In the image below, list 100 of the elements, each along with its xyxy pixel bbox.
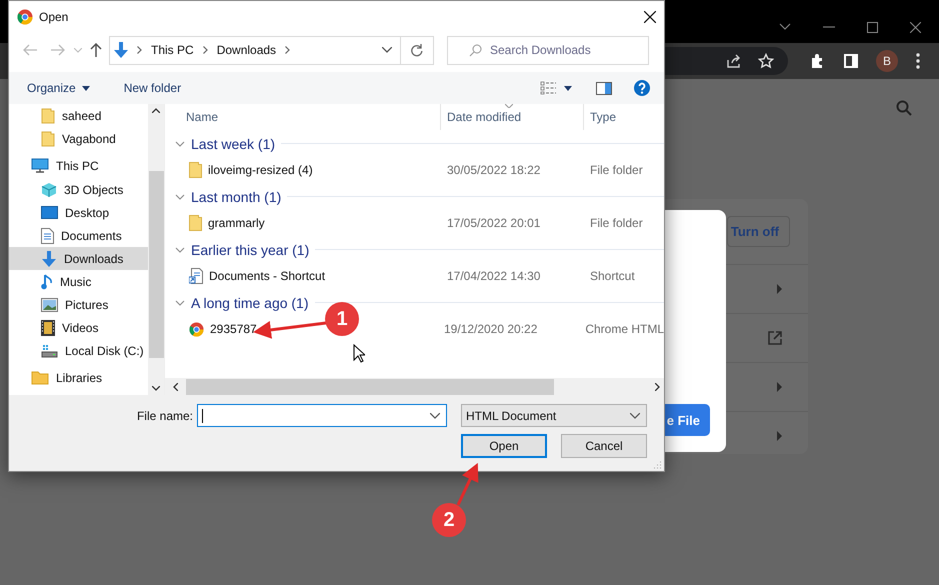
group-header[interactable]: Last month (1) [191, 188, 282, 204]
mouse-pointer-icon [353, 344, 365, 363]
horizontal-scrollbar[interactable] [165, 378, 664, 395]
nav-item[interactable]: Desktop [9, 201, 148, 224]
date-modified-cell-text: 17/04/2022 14:30 [446, 269, 542, 283]
resize-grip-icon[interactable] [654, 461, 662, 469]
share-icon[interactable] [726, 53, 742, 69]
group-header[interactable]: Earlier this year (1) [191, 242, 310, 258]
shortcut-icon [189, 268, 203, 284]
sort-caret-icon [505, 104, 513, 108]
file-name[interactable]: Documents - Shortcut [209, 269, 326, 283]
scroll-down-icon[interactable] [152, 386, 160, 391]
chevron-down-icon[interactable] [382, 47, 392, 53]
annotation-arrow [456, 462, 478, 506]
file-name[interactable]: grammarly [208, 216, 265, 230]
nav-item[interactable]: saheed [9, 104, 148, 127]
dialog-title: Open [39, 10, 68, 24]
chevron-down-icon[interactable] [175, 298, 185, 308]
address-field[interactable]: This PC Downloads [109, 36, 434, 64]
external-link-icon[interactable] [768, 331, 782, 345]
nav-item[interactable]: Documents [9, 224, 148, 247]
organize-menu[interactable]: Organize [23, 77, 94, 99]
music-note-icon [41, 274, 53, 290]
download-icon [114, 42, 128, 58]
column-header[interactable]: Name [165, 104, 441, 130]
help-icon[interactable] [634, 80, 650, 96]
nav-item[interactable]: Music [9, 270, 148, 293]
nav-item[interactable]: Downloads [9, 247, 148, 270]
scroll-thumb[interactable] [148, 171, 164, 358]
caret-right-icon[interactable] [777, 431, 782, 441]
nav-item[interactable]: 3D Objects [9, 178, 148, 201]
desktop-icon [41, 206, 58, 220]
drive-icon [41, 344, 58, 358]
chevron-down-icon[interactable] [175, 244, 185, 254]
new-folder-button[interactable]: New folder [120, 77, 186, 99]
date-modified-cell-text: 30/05/2022 18:22 [446, 163, 542, 177]
maximize-icon[interactable] [867, 22, 878, 32]
preview-pane-icon[interactable] [596, 82, 612, 94]
chrome-icon [17, 8, 33, 24]
sidebar-icon[interactable] [844, 54, 858, 68]
caret-down-icon[interactable] [564, 86, 572, 90]
scroll-up-icon[interactable] [152, 108, 160, 113]
chevron-down-icon[interactable] [430, 412, 440, 418]
refresh-icon [411, 44, 423, 56]
folder-icon [189, 215, 202, 231]
nav-item[interactable]: Libraries [9, 365, 148, 390]
search-field[interactable]: Search Downloads [447, 36, 649, 64]
folder-icon [31, 370, 49, 385]
breadcrumb-item[interactable]: This PC [151, 43, 194, 57]
download-icon [41, 250, 57, 266]
picture-icon [41, 298, 58, 312]
caret-down-icon [82, 86, 90, 90]
chevron-down-icon[interactable] [175, 192, 185, 202]
scroll-right-icon[interactable] [655, 382, 660, 390]
group-header[interactable]: Last week (1) [191, 136, 276, 152]
chevron-right-icon[interactable] [137, 46, 142, 54]
chevron-down-icon[interactable] [779, 23, 791, 31]
group-header[interactable]: A long time ago (1) [191, 294, 309, 310]
film-icon [41, 320, 55, 336]
breadcrumb-item[interactable]: Downloads [216, 43, 276, 57]
caret-right-icon[interactable] [777, 284, 782, 294]
folder-icon [41, 108, 55, 124]
column-header[interactable]: Type [584, 104, 664, 130]
chevron-right-icon[interactable] [202, 46, 208, 54]
menu-icon[interactable] [916, 53, 920, 69]
chevron-down-icon[interactable] [630, 412, 640, 418]
computer-icon [31, 158, 49, 173]
file-type-dropdown[interactable]: HTML Document [461, 404, 647, 427]
nav-item[interactable]: This PC [9, 153, 148, 178]
up-arrow-icon[interactable] [90, 43, 102, 57]
folder-icon [189, 162, 202, 178]
nav-item[interactable]: Pictures [9, 293, 148, 316]
scroll-thumb[interactable] [186, 378, 554, 394]
file-type-cell-text: File folder [589, 216, 644, 230]
minimize-icon[interactable] [823, 26, 835, 28]
file-name-field[interactable] [197, 404, 447, 427]
close-icon[interactable] [644, 10, 656, 22]
file-name[interactable]: 2935787 [210, 322, 257, 336]
vertical-scrollbar[interactable] [148, 104, 164, 395]
search-icon [469, 44, 482, 56]
star-icon[interactable] [758, 53, 774, 69]
chevron-right-icon[interactable] [285, 46, 290, 54]
chrome-icon [189, 322, 204, 336]
nav-item[interactable]: Local Disk (C:) [9, 339, 148, 362]
search-icon[interactable] [896, 100, 912, 116]
cancel-button[interactable]: Cancel [561, 434, 647, 458]
date-modified-cell-text: 19/12/2020 20:22 [442, 322, 538, 336]
nav-item[interactable]: Vagabond [9, 127, 148, 150]
nav-item[interactable]: Videos [9, 316, 148, 339]
file-type-cell-text: Shortcut [589, 269, 636, 283]
file-name[interactable]: iloveimg-resized (4) [208, 163, 313, 177]
close-icon[interactable] [910, 22, 921, 32]
chevron-down-icon[interactable] [175, 138, 185, 148]
caret-right-icon[interactable] [777, 382, 782, 392]
view-list-icon[interactable] [540, 81, 556, 95]
column-header[interactable]: Date modified [441, 104, 584, 130]
cube-icon [41, 182, 57, 198]
open-button[interactable]: Open [461, 434, 547, 458]
scroll-left-icon[interactable] [173, 382, 178, 390]
profile-avatar[interactable]: B [876, 50, 898, 72]
